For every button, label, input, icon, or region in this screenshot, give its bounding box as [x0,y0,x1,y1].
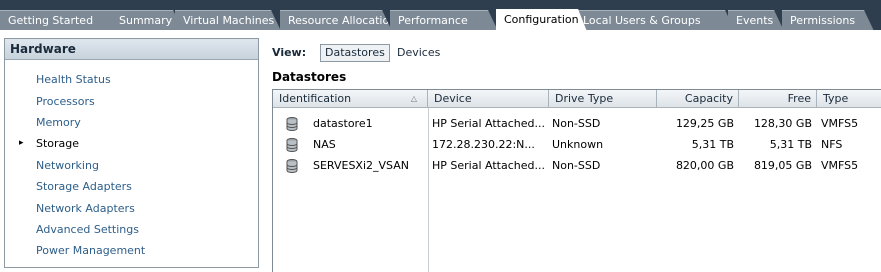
tab-permissions[interactable]: Permissions [782,10,874,31]
cell-drive-type: Non-SSD [552,159,601,172]
datastore-icon [286,159,298,173]
tab-summary[interactable]: Summary [111,10,183,31]
selected-arrow-icon: ▸ [19,138,24,148]
datastore-icon [286,117,298,131]
column-header-drive-type[interactable]: Drive Type [549,90,657,108]
column-label: Identification [279,92,352,105]
view-datastores-button[interactable]: Datastores [320,44,390,62]
datastore-icon [286,138,298,152]
tab-local-users-groups[interactable]: Local Users & Groups [575,10,735,31]
sort-asc-icon: △ [410,94,417,103]
sidebar-item-network-adapters[interactable]: Network Adapters [36,202,135,215]
sidebar-item-storage[interactable]: Storage [36,137,79,150]
tab-bar: Getting Started Summary Virtual Machines… [0,0,881,34]
cell-drive-type: Non-SSD [552,117,601,130]
table-header: Identification △ Device Drive Type Capac… [273,90,881,108]
hardware-panel: Hardware Health Status Processors Memory… [4,38,259,268]
sidebar-item-advanced-settings[interactable]: Advanced Settings [36,223,139,236]
tab-configuration[interactable]: Configuration [496,9,588,34]
cell-free: 128,30 GB [753,117,812,130]
cell-capacity: 820,00 GB [675,159,734,172]
sidebar-item-health-status[interactable]: Health Status [36,73,111,86]
section-title: Datastores [272,70,347,84]
cell-identification: datastore1 [313,117,373,130]
column-divider [428,108,429,272]
cell-device: HP Serial Attached... [432,159,545,172]
column-header-type[interactable]: Type [817,90,881,108]
tab-performance[interactable]: Performance [390,10,498,31]
tab-resource-allocation[interactable]: Resource Allocation [280,10,392,31]
cell-type: VMFS5 [821,159,859,172]
column-header-device[interactable]: Device [428,90,549,108]
cell-type: NFS [821,138,843,151]
cell-free: 819,05 GB [753,159,812,172]
cell-free: 5,31 TB [769,138,812,151]
cell-identification: SERVESXi2_VSAN [313,159,409,172]
view-devices-button[interactable]: Devices [392,44,445,62]
sidebar-item-memory[interactable]: Memory [36,116,81,129]
sidebar-item-power-management[interactable]: Power Management [36,244,145,257]
hardware-header: Hardware [5,39,258,60]
sidebar-item-processors[interactable]: Processors [36,95,95,108]
cell-type: VMFS5 [821,117,859,130]
datastores-table: Identification △ Device Drive Type Capac… [272,89,881,272]
sidebar-item-storage-adapters[interactable]: Storage Adapters [36,180,132,193]
tab-getting-started[interactable]: Getting Started [0,10,130,31]
tab-virtual-machines[interactable]: Virtual Machines [175,10,281,31]
tab-events[interactable]: Events [728,10,784,31]
column-header-capacity[interactable]: Capacity [657,90,739,108]
cell-identification: NAS [313,138,336,151]
cell-device: 172.28.230.22:N... [432,138,535,151]
view-label: View: [272,46,307,59]
cell-drive-type: Unknown [552,138,604,151]
column-header-identification[interactable]: Identification △ [273,90,428,108]
cell-device: HP Serial Attached... [432,117,545,130]
cell-capacity: 129,25 GB [675,117,734,130]
sidebar-item-networking[interactable]: Networking [36,159,99,172]
cell-capacity: 5,31 TB [691,138,734,151]
column-header-free[interactable]: Free [739,90,817,108]
